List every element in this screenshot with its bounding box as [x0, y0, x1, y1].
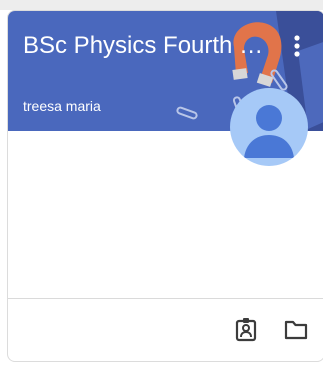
card-divider	[8, 298, 323, 299]
avatar[interactable]	[230, 88, 308, 166]
class-title[interactable]: BSc Physics Fourth S...	[23, 30, 268, 62]
person-icon	[244, 105, 294, 158]
class-owner[interactable]: treesa maria	[23, 97, 101, 115]
more-vert-icon[interactable]	[288, 33, 306, 61]
class-card[interactable]: BSc Physics Fourth S... treesa maria	[7, 10, 323, 362]
assignment-ind-icon[interactable]	[233, 316, 259, 342]
folder-icon[interactable]	[283, 316, 309, 342]
top-strip	[0, 0, 323, 10]
